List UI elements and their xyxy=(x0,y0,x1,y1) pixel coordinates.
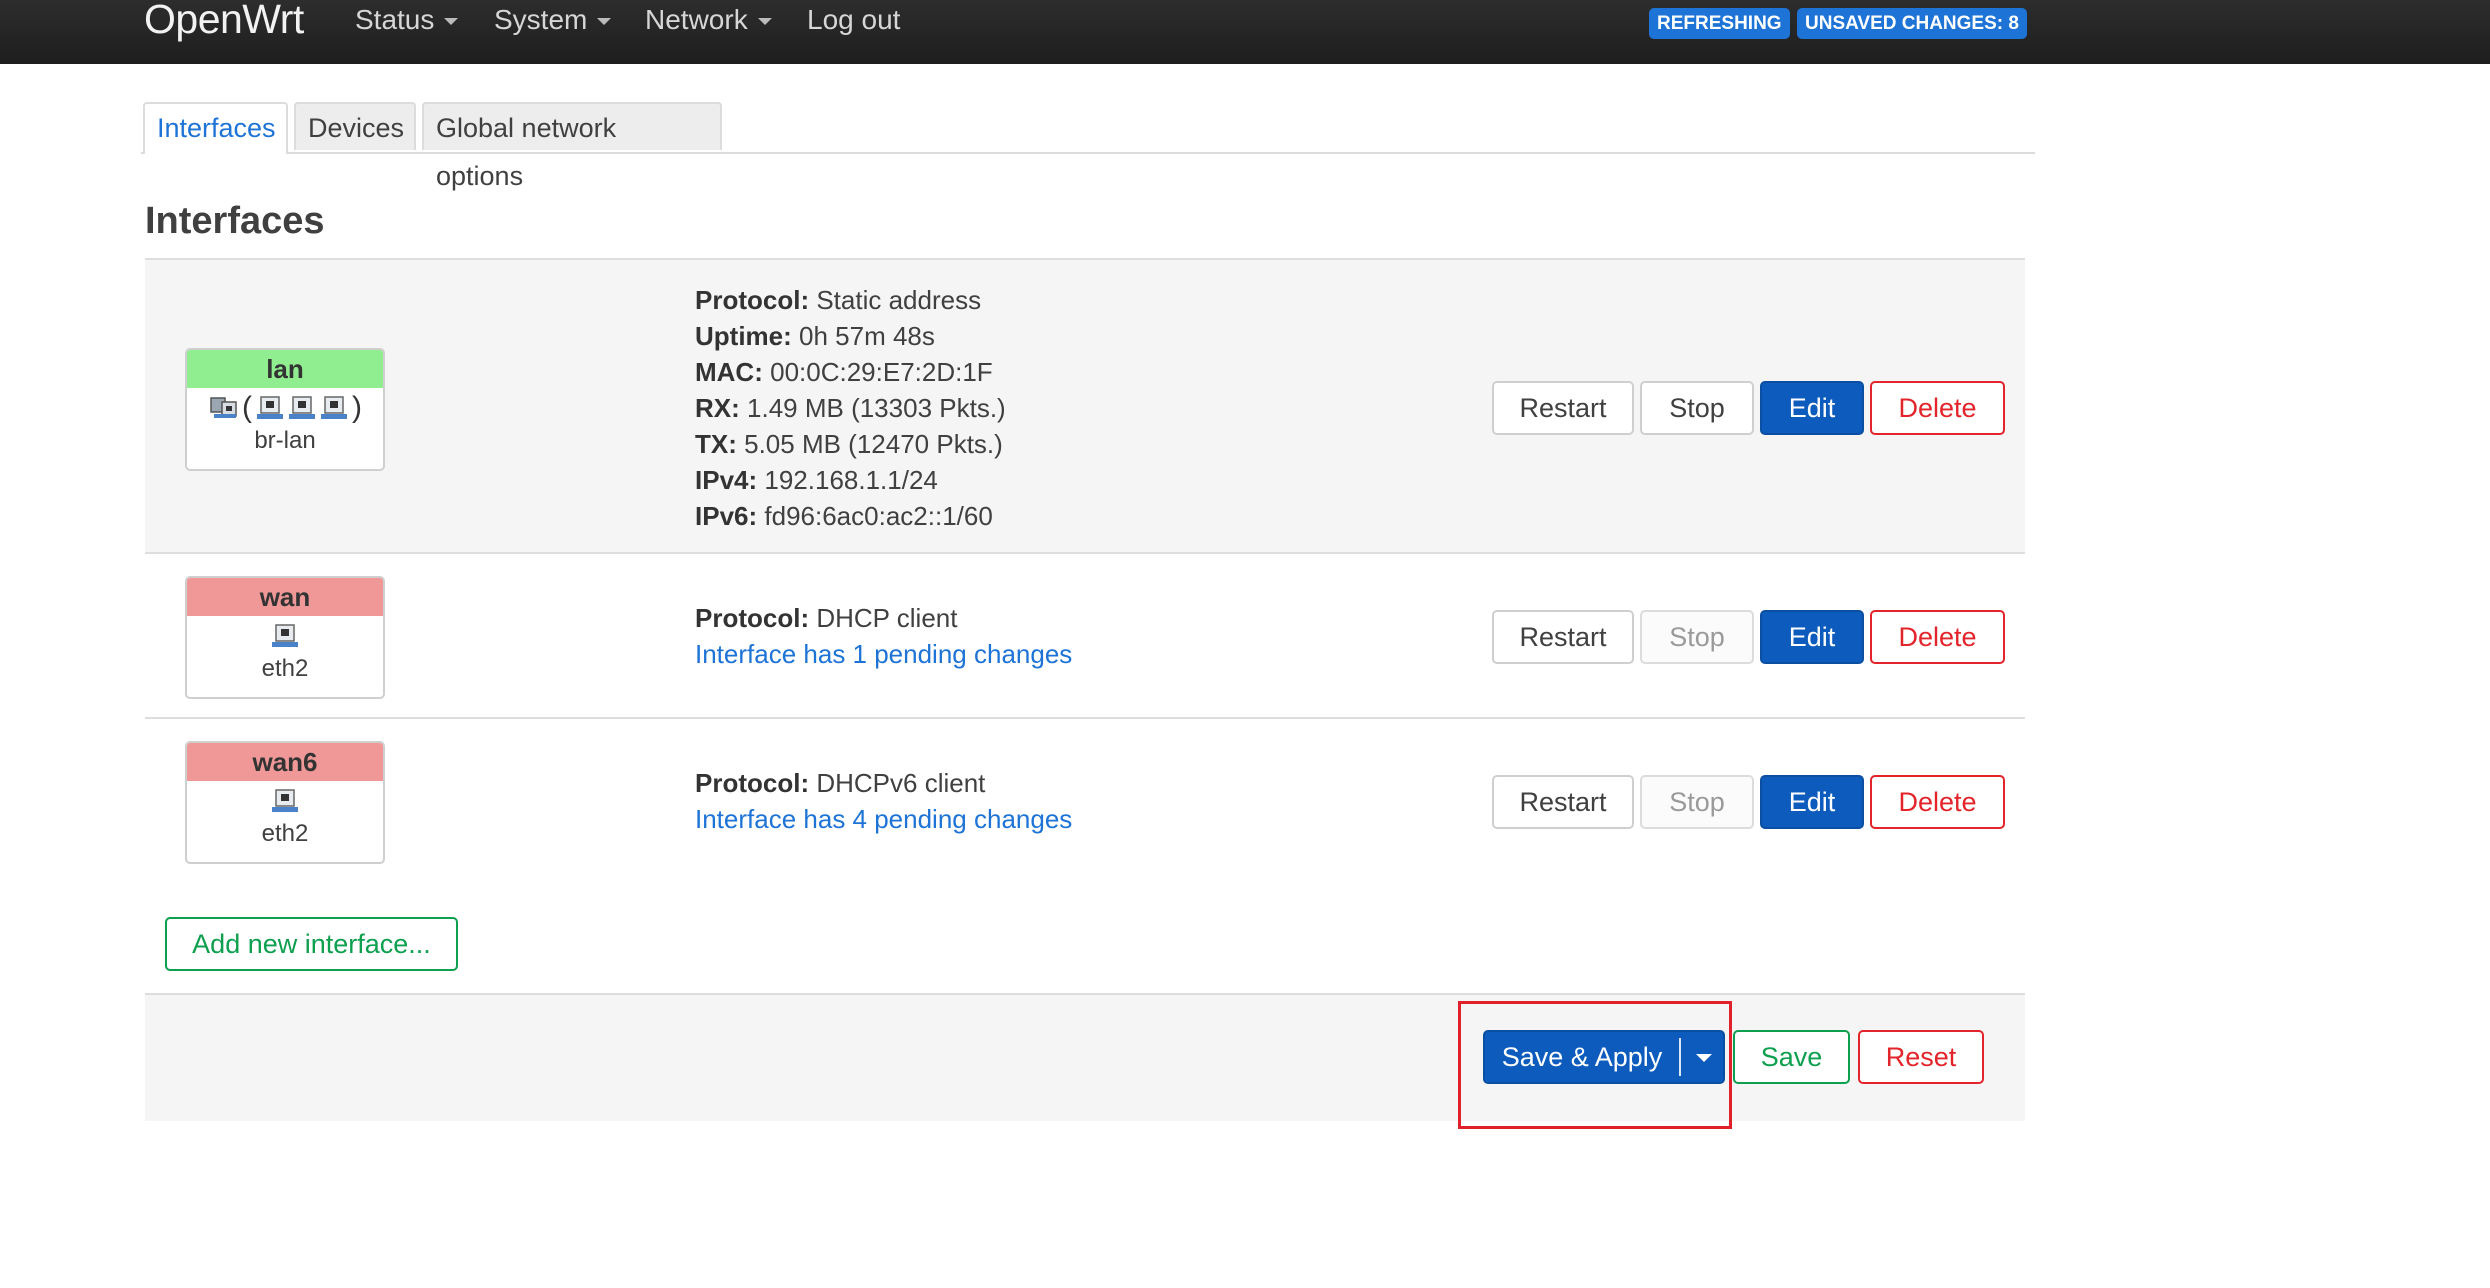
restart-button[interactable]: Restart xyxy=(1492,381,1634,435)
brand-logo[interactable]: OpenWrt xyxy=(144,0,304,43)
interface-info-lan: Protocol: Static address Uptime: 0h 57m … xyxy=(695,285,1006,531)
interface-badge-lan: lan ( ) br-lan xyxy=(185,348,385,471)
tab-bar: Interfaces Devices Global network option… xyxy=(141,102,2035,191)
interface-info-wan6: Protocol: DHCPv6 client Interface has 4 … xyxy=(695,765,1072,837)
interface-row-wan6: wan6 eth2 Protocol: DHCPv6 client Interf… xyxy=(145,717,2025,877)
network-port-icon xyxy=(272,789,298,812)
highlight-box xyxy=(1458,1001,1732,1129)
menu-network[interactable]: Network xyxy=(645,4,772,36)
device-name: eth2 xyxy=(261,820,309,847)
restart-button[interactable]: Restart xyxy=(1492,775,1634,829)
interface-name: wan6 xyxy=(187,743,383,781)
top-navbar: OpenWrt Status System Network Log out RE… xyxy=(0,0,2490,64)
edit-button[interactable]: Edit xyxy=(1760,381,1864,435)
edit-button[interactable]: Edit xyxy=(1760,610,1864,664)
stop-button[interactable]: Stop xyxy=(1640,610,1754,664)
pending-changes-link[interactable]: Interface has 1 pending changes xyxy=(695,636,1072,672)
menu-system[interactable]: System xyxy=(494,4,612,36)
tab-devices[interactable]: Devices xyxy=(294,102,416,150)
tab-interfaces[interactable]: Interfaces xyxy=(143,102,288,154)
add-new-interface-button[interactable]: Add new interface... xyxy=(165,917,458,971)
delete-button[interactable]: Delete xyxy=(1870,381,2005,435)
restart-button[interactable]: Restart xyxy=(1492,610,1634,664)
reset-button[interactable]: Reset xyxy=(1858,1030,1984,1084)
network-port-icon xyxy=(321,396,347,419)
save-button[interactable]: Save xyxy=(1733,1030,1850,1084)
device-name: eth2 xyxy=(261,655,309,682)
menu-logout[interactable]: Log out xyxy=(807,4,900,36)
interface-row-lan: lan ( ) br-lan Protocol: Static address … xyxy=(145,258,2025,554)
page-title: Interfaces xyxy=(145,200,325,242)
bridge-icon xyxy=(210,397,237,418)
menu-status[interactable]: Status xyxy=(355,4,459,36)
chevron-down-icon xyxy=(597,18,612,26)
interface-badge-wan6: wan6 eth2 xyxy=(185,741,385,864)
interface-badge-wan: wan eth2 xyxy=(185,576,385,699)
chevron-down-icon xyxy=(444,18,459,26)
network-port-icon xyxy=(272,624,298,647)
unsaved-changes-badge[interactable]: UNSAVED CHANGES: 8 xyxy=(1797,8,2027,39)
stop-button[interactable]: Stop xyxy=(1640,775,1754,829)
stop-button[interactable]: Stop xyxy=(1640,381,1754,435)
network-port-icon xyxy=(289,396,315,419)
interface-row-wan: wan eth2 Protocol: DHCP client Interface… xyxy=(145,552,2025,719)
delete-button[interactable]: Delete xyxy=(1870,610,2005,664)
chevron-down-icon xyxy=(757,18,772,26)
device-name: br-lan xyxy=(254,427,316,454)
pending-changes-link[interactable]: Interface has 4 pending changes xyxy=(695,801,1072,837)
delete-button[interactable]: Delete xyxy=(1870,775,2005,829)
tab-global-network-options[interactable]: Global network options xyxy=(422,102,722,191)
interface-name: wan xyxy=(187,578,383,616)
network-port-icon xyxy=(257,396,283,419)
interface-info-wan: Protocol: DHCP client Interface has 1 pe… xyxy=(695,600,1072,672)
interface-name: lan xyxy=(187,350,383,388)
refreshing-badge[interactable]: REFRESHING xyxy=(1649,8,1790,39)
edit-button[interactable]: Edit xyxy=(1760,775,1864,829)
